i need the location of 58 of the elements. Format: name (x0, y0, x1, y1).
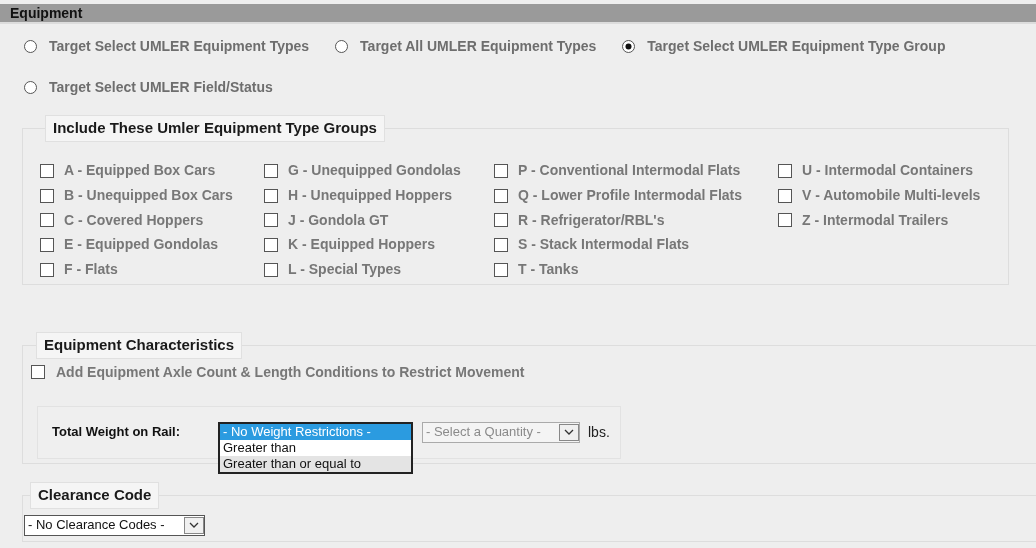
unit-label: lbs. (588, 422, 610, 442)
checkbox[interactable] (40, 188, 54, 203)
checkbox-label: Z - Intermodal Trailers (802, 210, 949, 230)
radio-label: Target All UMLER Equipment Types (360, 36, 597, 56)
checkbox[interactable] (264, 262, 278, 277)
checkbox-label: H - Unequipped Hoppers (288, 186, 453, 206)
checkbox-label: K - Equipped Hoppers (288, 235, 435, 255)
checkbox[interactable] (264, 213, 278, 228)
radio-button[interactable] (24, 80, 37, 94)
checkbox-label: B - Unequipped Box Cars (64, 186, 233, 206)
checkbox-label: A - Equipped Box Cars (64, 161, 216, 181)
checkbox-label: T - Tanks (518, 260, 579, 280)
checkbox[interactable] (778, 188, 792, 203)
caret-icon (189, 522, 199, 528)
group-title: Equipment Characteristics (36, 332, 243, 359)
caret-icon (564, 429, 574, 435)
checkbox[interactable] (494, 188, 508, 203)
checkbox[interactable] (778, 163, 792, 178)
checkbox-label: P - Conventional Intermodal Flats (518, 161, 741, 181)
checkbox-label: V - Automobile Multi-levels (802, 186, 981, 206)
radio-label: Target Select UMLER Equipment Types (49, 36, 310, 56)
checkbox[interactable] (264, 163, 278, 178)
radio-button[interactable] (335, 39, 349, 53)
checkbox-label: R - Refrigerator/RBL's (518, 210, 665, 230)
checkbox-label: J - Gondola GT (288, 210, 389, 230)
checkbox[interactable] (40, 163, 54, 178)
checkbox[interactable] (264, 188, 278, 203)
radio-button[interactable] (24, 39, 37, 53)
checkbox[interactable] (264, 237, 278, 252)
checkbox[interactable] (31, 365, 45, 379)
dropdown-arrow-button[interactable] (184, 516, 204, 534)
radio-label: Target Select UMLER Equipment Type Group (647, 36, 946, 56)
checkbox[interactable] (494, 262, 508, 277)
group-title: Clearance Code (30, 482, 160, 509)
checkbox-label: L - Special Types (288, 260, 402, 280)
checkbox-label: C - Covered Hoppers (64, 210, 204, 230)
checkbox-label: F - Flats (64, 260, 118, 280)
checkbox[interactable] (494, 213, 508, 228)
section-header: Equipment (0, 4, 1036, 24)
checkbox[interactable] (40, 213, 54, 228)
checkbox[interactable] (40, 262, 54, 277)
checkbox-label: G - Unequipped Gondolas (288, 161, 461, 181)
checkbox[interactable] (778, 213, 792, 228)
checkbox[interactable] (494, 237, 508, 252)
clearance-select[interactable]: - No Clearance Codes - (24, 514, 205, 536)
checkbox-label: U - Intermodal Containers (802, 161, 974, 181)
radio-label: Target Select UMLER Field/Status (49, 77, 273, 97)
checkbox-label: Add Equipment Axle Count & Length Conditions to Restrict Movement (56, 362, 525, 382)
checkbox[interactable] (40, 237, 54, 252)
dropdown-option[interactable]: Greater than or equal to (220, 456, 411, 472)
field-label: Total Weight on Rail: (52, 423, 182, 442)
checkbox-label: S - Stack Intermodal Flats (518, 235, 690, 255)
checkbox[interactable] (494, 163, 508, 178)
group-title: Include These Umler Equipment Type Groups (45, 115, 385, 142)
dropdown-list[interactable]: - No Weight Restrictions - Greater than Greater than or equal to (218, 422, 413, 474)
radio-button[interactable] (622, 39, 636, 53)
checkbox-label: Q - Lower Profile Intermodal Flats (518, 186, 743, 206)
checkbox-label: E - Equipped Gondolas (64, 235, 218, 255)
